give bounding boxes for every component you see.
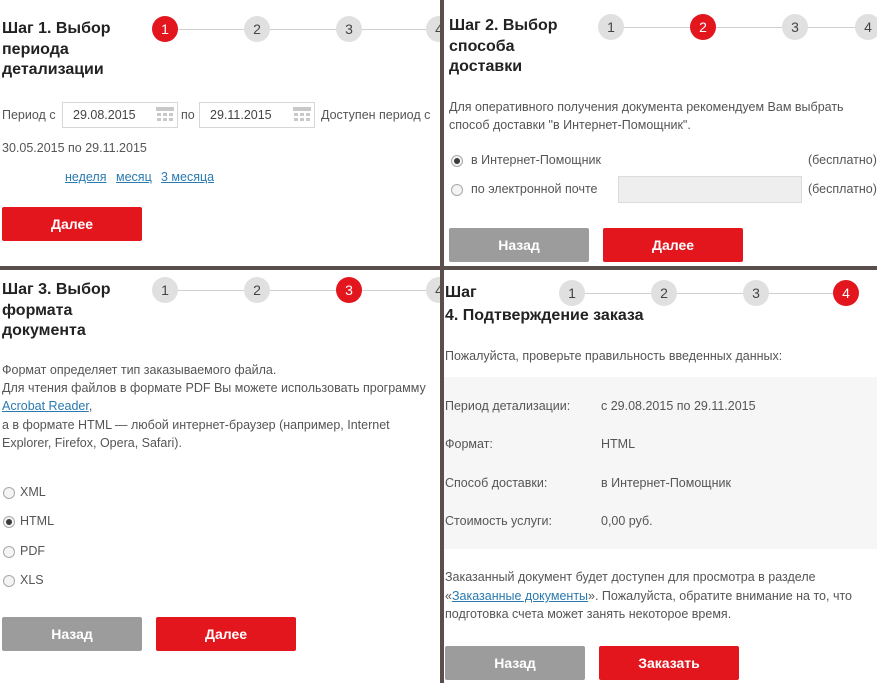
available-period-range: 30.05.2015 по 29.11.2015 [2,141,147,155]
back-button[interactable]: Назад [449,228,589,262]
progress-line [624,27,691,28]
radio-html[interactable] [3,516,15,528]
step3-panel: Шаг 3. Выбор формата документа 1 2 3 4 Ф… [0,270,440,683]
next-button[interactable]: Далее [2,207,142,241]
step-indicator-2: 2 [244,16,270,42]
step4-title-line2: 4. Подтверждение заказа [445,307,644,324]
step-indicator-4: 4 [426,16,440,42]
back-button[interactable]: Назад [445,646,585,680]
summary-label-format: Формат: [445,437,493,451]
option-internet-helper-price: (бесплатно) [808,153,877,167]
radio-pdf[interactable] [3,546,15,558]
step1-title: Шаг 1. Выбор периода детализации [2,20,111,78]
progress-line [585,293,651,294]
step-indicator-2: 2 [651,280,677,306]
step-indicator-1: 1 [152,277,178,303]
step3-title: Шаг 3. Выбор формата документа [2,281,111,339]
step-indicator-3: 3 [336,277,362,303]
radio-xml[interactable] [3,487,15,499]
option-internet-helper-label: в Интернет-Помощник [471,153,601,167]
format-xml-label: XML [20,485,46,499]
period-to-label: по [181,108,195,122]
summary-value-period: с 29.08.2015 по 29.11.2015 [601,399,756,413]
step-indicator-2: 2 [690,14,716,40]
step4-panel: Шаг 4. Подтверждение заказа 1 2 3 4 Пожа… [444,270,877,683]
step-indicator-1: 1 [152,16,178,42]
quick-link-month[interactable]: месяц [116,170,152,184]
next-button[interactable]: Далее [156,617,296,651]
step-indicator-1: 1 [598,14,624,40]
summary-label-cost: Стоимость услуги: [445,514,552,528]
step-indicator-1: 1 [559,280,585,306]
acrobat-reader-link[interactable]: Acrobat Reader [2,399,89,413]
email-field[interactable] [618,176,802,203]
radio-xls[interactable] [3,575,15,587]
step-indicator-3: 3 [336,16,362,42]
acrobat-line: Acrobat Reader, [2,399,92,413]
available-period-text: Доступен период с [321,108,431,122]
date-from-value: 29.08.2015 [73,108,136,122]
step2-title: Шаг 2. Выбор способа доставки [449,17,558,75]
period-from-label: Период с [2,108,56,122]
step1-panel: Шаг 1. Выбор периода детализации 1 2 3 4… [0,0,440,266]
format-html-label: HTML [20,514,55,528]
date-to-value: 29.11.2015 [210,108,272,122]
summary-label-period: Период детализации: [445,399,571,413]
step-indicator-2: 2 [244,277,270,303]
back-button[interactable]: Назад [2,617,142,651]
step-indicator-4: 4 [855,14,877,40]
progress-line [270,290,336,291]
order-summary: Период детализации: с 29.08.2015 по 29.1… [444,377,877,549]
progress-line [270,29,336,30]
delivery-description: Для оперативного получения документа рек… [449,100,844,132]
html-hint: а в формате HTML — любой интернет-браузе… [2,418,390,450]
progress-line [808,27,856,28]
acrobat-comma: , [88,399,93,413]
format-xls-label: XLS [20,573,44,587]
progress-line [716,27,783,28]
step-indicator-4: 4 [833,280,859,306]
step2-panel: Шаг 2. Выбор способа доставки 1 2 3 4 Дл… [444,0,877,266]
progress-line [178,290,244,291]
summary-value-format: HTML [601,437,636,451]
progress-line [677,293,743,294]
progress-line [178,29,244,30]
option-email-price: (бесплатно) [808,182,877,196]
ordered-documents-link[interactable]: Заказанные документы [452,589,588,603]
check-data-text: Пожалуйста, проверьте правильность введе… [445,349,783,363]
pdf-hint: Для чтения файлов в формате PDF Вы может… [2,381,426,395]
quick-link-week[interactable]: неделя [65,170,106,184]
radio-internet-helper[interactable] [451,155,463,167]
summary-label-delivery: Способ доставки: [445,476,548,490]
date-to-input[interactable]: 29.11.2015 [199,102,315,128]
step-indicator-3: 3 [743,280,769,306]
quote-open: « [445,589,452,603]
order-button[interactable]: Заказать [599,646,739,680]
date-from-input[interactable]: 29.08.2015 [62,102,178,128]
progress-line [362,290,426,291]
quick-link-3-months[interactable]: 3 месяца [161,170,214,184]
ordered-doc-note: Заказанный документ будет доступен для п… [445,570,816,584]
summary-value-delivery: в Интернет-Помощник [601,476,731,490]
format-description: Формат определяет тип заказываемого файл… [2,363,277,377]
next-button[interactable]: Далее [603,228,743,262]
step-indicator-4: 4 [426,277,440,303]
progress-line [769,293,835,294]
step4-title-line1: Шаг [445,284,477,301]
format-pdf-label: PDF [20,544,45,558]
radio-email[interactable] [451,184,463,196]
ordered-doc-note-2: «Заказанные документы». Пожалуйста, обра… [445,587,865,623]
option-email-label: по электронной почте [471,182,598,196]
progress-line [362,29,426,30]
calendar-icon[interactable] [156,107,174,123]
calendar-icon[interactable] [293,107,311,123]
step-indicator-3: 3 [782,14,808,40]
summary-value-cost: 0,00 руб. [601,514,653,528]
